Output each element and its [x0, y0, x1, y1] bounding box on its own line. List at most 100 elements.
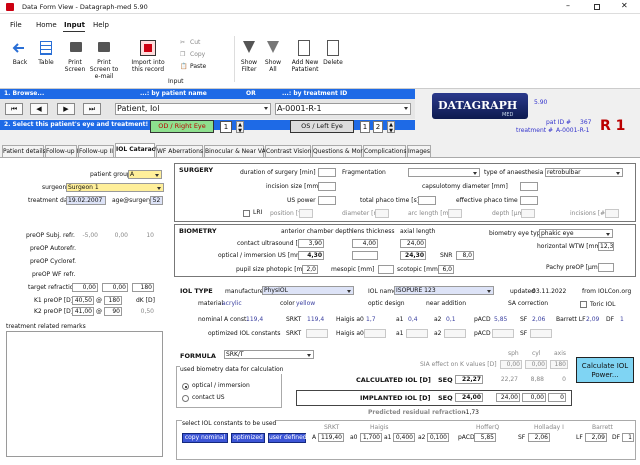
tab-binocular-near[interactable]: Binocular & Near VA	[204, 145, 266, 157]
implanted-iol-field[interactable]: 24,00	[455, 393, 483, 402]
show-filter-button[interactable]: Show Filter	[238, 59, 260, 73]
target-axis-field[interactable]: 180	[132, 283, 154, 292]
os-treatment-1[interactable]: 1	[360, 121, 370, 133]
scotopic-field[interactable]: 6,0	[438, 265, 454, 274]
tab-iol-cataract[interactable]: IOL Cataract	[115, 143, 158, 157]
impl-seq-1[interactable]: 24,00	[496, 393, 520, 402]
incision-field[interactable]	[318, 182, 336, 191]
os-treatment-2[interactable]: 2	[373, 121, 383, 133]
opt-sf-field[interactable]	[530, 329, 552, 338]
contact-acd-field[interactable]: 3,90	[298, 239, 324, 248]
lri-incisions-field[interactable]	[605, 209, 619, 218]
snr-field[interactable]: 8,0	[456, 251, 474, 260]
anaesthesia-select[interactable]: retrobulbar	[545, 168, 623, 177]
opt-haigis-field[interactable]	[364, 329, 386, 338]
next-record-button[interactable]: ▶	[57, 103, 75, 115]
lri-position-field[interactable]	[299, 209, 313, 218]
maximize-button[interactable]	[594, 4, 600, 10]
od-right-eye-button[interactable]: OD / Right Eye	[150, 120, 214, 133]
tab-contrast-vision[interactable]: Contrast Vision	[265, 145, 311, 157]
cut-button[interactable]: Cut	[190, 39, 200, 47]
menu-input[interactable]: Input	[64, 21, 85, 29]
optimized-button[interactable]: optimized	[231, 433, 265, 443]
impl-seq-3[interactable]: 0	[548, 393, 566, 402]
patient-name-select[interactable]: Patient, Iol	[115, 103, 271, 115]
const-df-field[interactable]: 1	[622, 433, 634, 442]
add-new-patient-button[interactable]: Add New Patatient	[288, 59, 322, 73]
menu-file[interactable]: File	[10, 21, 22, 29]
close-button[interactable]: ✕	[621, 2, 628, 10]
wtw-field[interactable]: 12,3	[598, 242, 614, 251]
print-screen-button[interactable]: Print Screen	[62, 59, 88, 73]
contact-us-radio[interactable]	[182, 395, 189, 402]
duration-field[interactable]	[318, 168, 336, 177]
minimize-button[interactable]: –	[566, 2, 570, 10]
toric-iol-checkbox[interactable]	[580, 301, 587, 308]
os-left-eye-button[interactable]: OS / Left Eye	[290, 120, 354, 133]
tab-images[interactable]: Images	[407, 145, 431, 157]
lri-checkbox[interactable]	[243, 210, 250, 217]
opt-a2-field[interactable]	[444, 329, 466, 338]
sia-cyl-field[interactable]: 0,00	[525, 360, 547, 369]
tab-wf-aberrations[interactable]: WF Aberrations	[156, 145, 203, 157]
contact-lens-field[interactable]: 4,00	[352, 239, 378, 248]
tab-follow-up-2[interactable]: Follow-up II	[78, 145, 114, 157]
lri-arc-field[interactable]	[448, 209, 462, 218]
back-button[interactable]: Back	[6, 59, 34, 66]
import-record-button[interactable]: Import into this record	[126, 59, 170, 73]
preop-subj-cyl[interactable]: 0,00	[102, 232, 128, 240]
opt-pacd-field[interactable]	[492, 329, 514, 338]
contact-axial-field[interactable]: 24,00	[400, 239, 426, 248]
const-a0-field[interactable]: 1,700	[360, 433, 382, 442]
optical-axial-field[interactable]: 24,30	[400, 251, 426, 260]
k2-field[interactable]: 41,00	[72, 307, 94, 316]
last-record-button[interactable]: ⏭	[83, 103, 101, 115]
optical-immersion-radio[interactable]	[182, 383, 189, 390]
phaco-time-field[interactable]	[418, 196, 436, 205]
target-cyl-field[interactable]: 0,00	[102, 283, 128, 292]
delete-button[interactable]: Delete	[322, 59, 344, 66]
print-screen-email-button[interactable]: Print Screen to e-mail	[86, 59, 122, 80]
calculate-iol-button[interactable]: Calculate IOL Power...	[576, 357, 634, 383]
const-pacd-field[interactable]: 5,85	[474, 433, 496, 442]
eye-type-select[interactable]: phakic eye	[539, 229, 613, 238]
optical-lens-field[interactable]	[352, 251, 378, 260]
patient-group-select[interactable]: A	[128, 170, 162, 179]
copy-nominal-button[interactable]: copy nominal	[182, 433, 228, 443]
menu-help[interactable]: Help	[93, 21, 109, 29]
surgeon-select[interactable]: Surgeon 1	[66, 183, 164, 192]
k2-axis-field[interactable]: 90	[104, 307, 122, 316]
preop-subj-axis[interactable]: 10	[130, 232, 154, 240]
treatment-date-field[interactable]: 19.02.2007	[66, 196, 106, 205]
pupil-field[interactable]: 2,0	[302, 265, 318, 274]
fragmentation-select[interactable]	[408, 168, 480, 177]
tab-questions[interactable]: Questions & More	[312, 145, 366, 157]
target-sph-field[interactable]: 0,00	[72, 283, 98, 292]
capsulotomy-field[interactable]	[520, 182, 538, 191]
copy-button[interactable]: Copy	[190, 51, 205, 59]
first-record-button[interactable]: ⏮	[5, 103, 23, 115]
show-all-button[interactable]: Show All	[262, 59, 284, 73]
user-defined-button[interactable]: user defined	[268, 433, 307, 443]
formula-select[interactable]: SRK/T	[224, 350, 314, 359]
age-field[interactable]: 52	[150, 196, 163, 205]
opt-srkt-field[interactable]	[306, 329, 328, 338]
od-spin[interactable]: ▲ ▼	[236, 121, 244, 134]
k1-field[interactable]: 40,50	[72, 296, 94, 305]
prev-record-button[interactable]: ◀	[30, 103, 48, 115]
const-a-field[interactable]: 119,40	[318, 433, 344, 442]
remarks-textarea[interactable]	[6, 331, 163, 457]
const-a1-field[interactable]: 0,400	[393, 433, 415, 442]
od-treatment-1[interactable]: 1	[220, 121, 232, 133]
table-button[interactable]: Table	[32, 59, 60, 66]
opt-a1-field[interactable]	[406, 329, 428, 338]
menu-home[interactable]: Home	[36, 21, 57, 29]
const-sf-field[interactable]: 2,06	[528, 433, 550, 442]
sia-axis-field[interactable]: 180	[550, 360, 568, 369]
optical-acd-field[interactable]: 4,30	[298, 251, 324, 260]
mesopic-field[interactable]	[378, 265, 394, 274]
const-a2-field[interactable]: 0,100	[427, 433, 449, 442]
calculated-iol-field[interactable]: 22,27	[455, 375, 483, 384]
from-value[interactable]: IOLCon.org	[598, 288, 631, 296]
tab-complications[interactable]: Complications	[363, 145, 406, 157]
